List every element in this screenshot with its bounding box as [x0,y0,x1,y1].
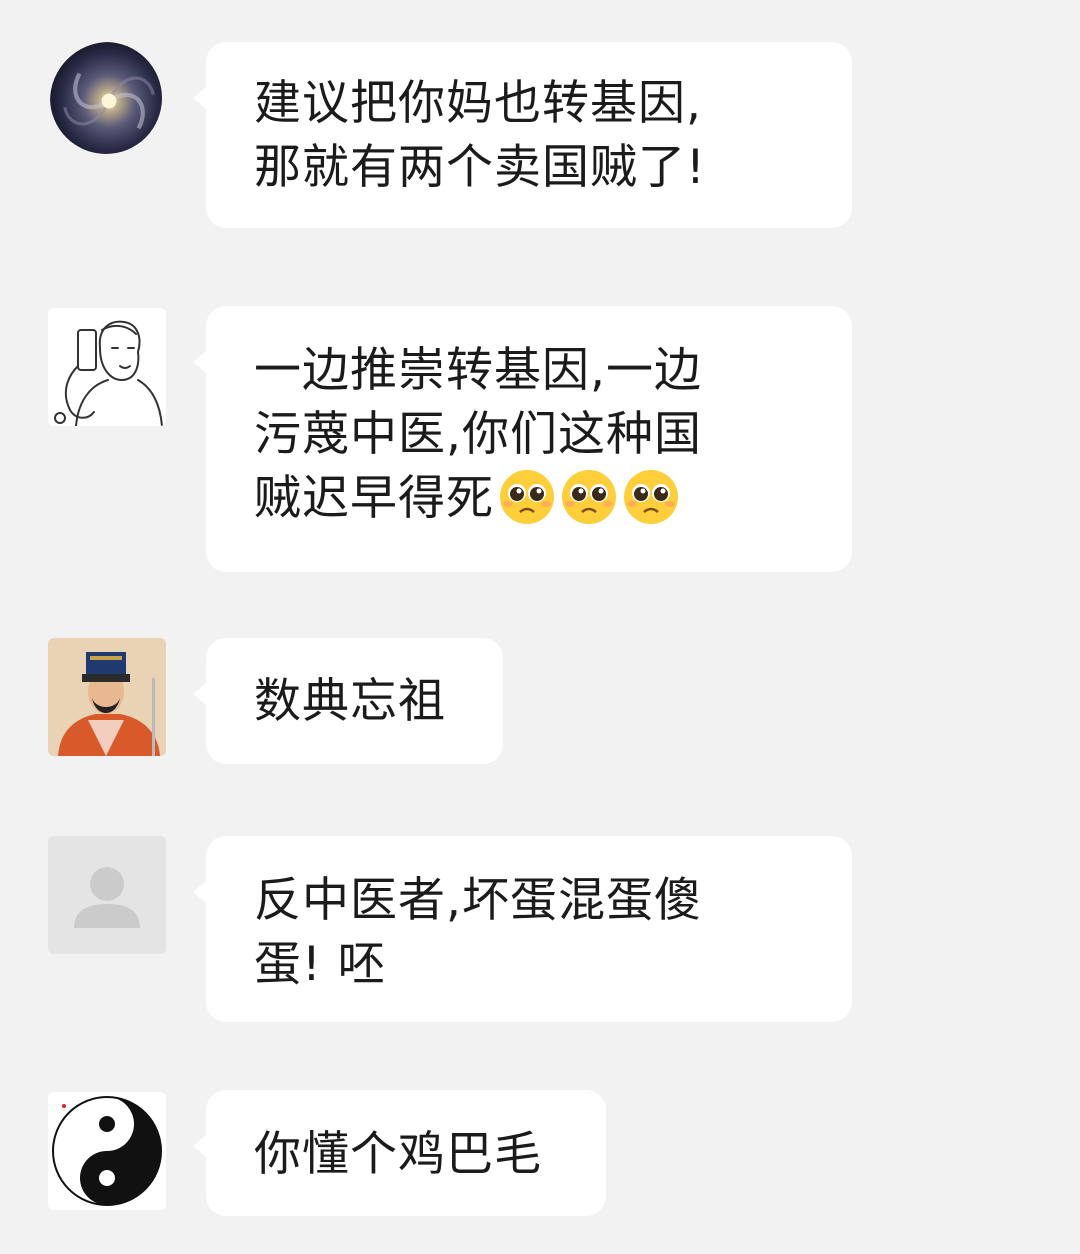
message-text-line: 一边推崇转基因,一边 [254,343,702,398]
message-text-line: 那就有两个卖国贼了! [254,140,706,195]
galaxy-avatar-icon[interactable] [50,42,162,154]
pleading-face-emoji-icon [560,468,618,526]
message-bubble-2[interactable]: 一边推崇转基因,一边 污蔑中医,你们这种国 贼迟早得死 [193,306,852,572]
message-text-line: 建议把你妈也转基因, [254,76,702,131]
default-person-avatar-icon[interactable] [48,836,166,954]
message-text-line: 污蔑中医,你们这种国 [254,407,702,462]
message-text-line-with-emoji: 贼迟早得死 [254,467,804,531]
message-text-line: 你懂个鸡巴毛 [254,1127,542,1182]
message-bubble-3[interactable]: 数典忘祖 [193,638,503,764]
message-text-line: 蛋! 呸 [254,937,386,992]
pleading-face-emoji-icon [498,468,556,526]
message-text-line: 反中医者,坏蛋混蛋傻 [254,873,702,928]
sketch-man-avatar-icon[interactable] [48,308,166,426]
pleading-face-emoji-icon [622,468,680,526]
message-bubble-4[interactable]: 反中医者,坏蛋混蛋傻 蛋! 呸 [193,836,852,1022]
message-text-line: 数典忘祖 [254,674,446,729]
message-bubble-5[interactable]: 你懂个鸡巴毛 [193,1090,606,1216]
ancient-official-avatar-icon[interactable] [48,638,166,756]
yin-yang-avatar-icon[interactable] [48,1092,166,1210]
message-text-segment: 贼迟早得死 [254,471,494,526]
message-bubble-1[interactable]: 建议把你妈也转基因, 那就有两个卖国贼了! [193,42,852,228]
